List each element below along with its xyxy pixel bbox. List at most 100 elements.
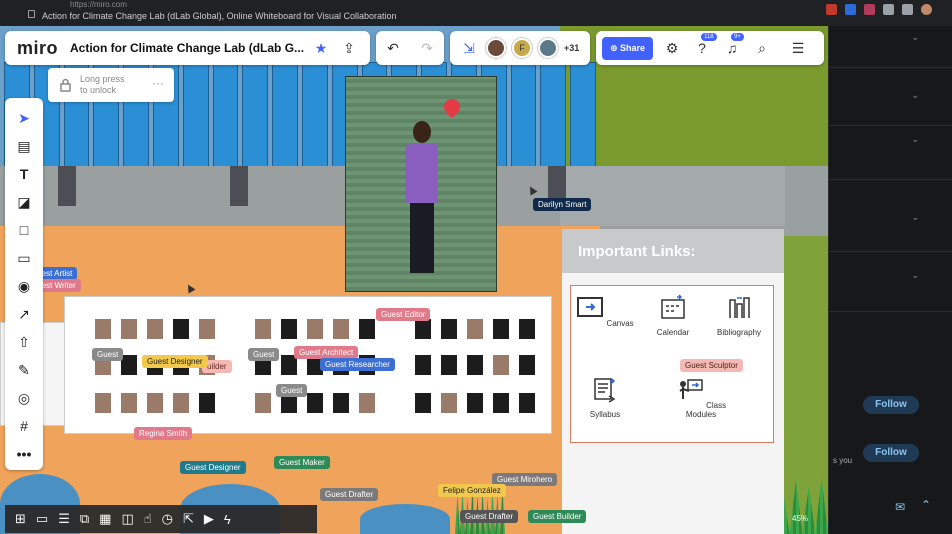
notification-badge: 9+ xyxy=(731,33,744,41)
avatar[interactable] xyxy=(538,38,558,58)
more-tools-icon[interactable]: ••• xyxy=(5,444,43,464)
frame-icon[interactable]: # xyxy=(5,416,43,436)
cursor-label: Guest Drafter xyxy=(460,510,519,523)
arrow-line-icon[interactable]: ↗ xyxy=(5,304,43,324)
follow-button[interactable]: Follow xyxy=(863,444,919,462)
share-button[interactable]: ⊕ Share xyxy=(602,36,654,60)
bell-icon[interactable]: ♫ 9+ xyxy=(721,33,744,59)
left-toolbar: ➤ ▤ T ◪ □ ▭ ◉ ↗ ⇧ ✎ ◎ # ••• xyxy=(5,98,43,470)
puzzle-icon[interactable] xyxy=(883,4,894,15)
miro-logo[interactable]: miro xyxy=(17,38,58,59)
presentation-icon[interactable]: ◫ xyxy=(121,511,133,527)
video-icon[interactable]: ▶ xyxy=(204,511,214,527)
pen-icon[interactable]: ✎ xyxy=(5,360,43,380)
panel-post xyxy=(58,166,76,206)
chevron-down-icon[interactable]: ⌄ xyxy=(911,134,919,145)
link-calendar[interactable]: Calendar xyxy=(643,294,703,337)
upload-icon[interactable]: ⇧ xyxy=(5,332,43,352)
reactions-icon[interactable]: ☝ xyxy=(144,511,152,527)
frames-icon[interactable]: ⊞ xyxy=(15,511,26,527)
chevron-down-icon[interactable]: ⌄ xyxy=(911,32,919,43)
link-syllabus[interactable]: Syllabus xyxy=(575,376,635,419)
select-icon[interactable]: ➤ xyxy=(5,108,43,128)
cards-icon[interactable]: ▦ xyxy=(99,511,111,527)
whiteboard-canvas[interactable]: Guest Guest Guest uilder Important Links… xyxy=(0,26,828,534)
class-modules-icon xyxy=(679,379,703,399)
extension-icon[interactable] xyxy=(864,4,875,15)
blue-hill xyxy=(360,504,450,534)
lightning-icon[interactable]: ϟ xyxy=(224,512,231,527)
links-frame: Canvas Calendar Bibliography Syllabus Cl… xyxy=(570,285,774,443)
comments-icon[interactable]: ▭ xyxy=(36,511,48,527)
cursor-label: Guest Designer xyxy=(180,461,246,474)
extension-icon[interactable] xyxy=(826,4,837,15)
browser-bar: https://miro.com Action for Climate Chan… xyxy=(0,0,952,26)
cursor-label: Guest Drafter xyxy=(320,488,379,501)
text-icon[interactable]: T xyxy=(5,164,43,184)
cursor-label: Felipe González xyxy=(438,484,506,497)
lock-icon xyxy=(28,10,35,18)
follow-button[interactable]: Follow xyxy=(863,396,919,414)
board-menu-icon[interactable]: ☰ xyxy=(787,37,809,59)
camera-icon[interactable]: ◉ xyxy=(5,276,43,296)
screen-share-icon[interactable]: ⧉ xyxy=(80,511,89,527)
canvas-icon xyxy=(577,297,604,317)
photo-gallery-board[interactable] xyxy=(64,296,552,434)
cursor-label: Guest Maker xyxy=(274,456,330,469)
export-board-icon[interactable]: ⇱ xyxy=(183,511,194,527)
link-bibliography[interactable]: Bibliography xyxy=(709,294,769,337)
expand-up-icon[interactable]: ⌃ xyxy=(921,498,931,512)
extension-icon[interactable] xyxy=(845,4,856,15)
browser-sidebar: ⌄ ⌄ ⌄ ⌄ ⌄ Follow s you Follow ✉ ⌃ xyxy=(828,26,952,534)
cursor-label: Guest Researcher xyxy=(320,358,395,371)
settings-sliders-icon[interactable]: ⚙ xyxy=(661,37,683,59)
export-icon[interactable]: ⇪ xyxy=(338,37,360,59)
link-canvas[interactable]: Canvas xyxy=(575,294,635,328)
sticky-note-icon[interactable]: ◪ xyxy=(5,192,43,212)
chevron-down-icon[interactable]: ⌄ xyxy=(911,270,919,281)
templates-icon[interactable]: ▤ xyxy=(5,136,43,156)
star-icon[interactable]: ★ xyxy=(310,37,332,59)
avatar[interactable]: F xyxy=(512,38,532,58)
calendar-icon xyxy=(661,294,685,319)
actions-bar: ⊕ Share ⚙ ? 118 ♫ 9+ ⌕ ☰ xyxy=(596,31,824,65)
chevron-down-icon[interactable]: ⌄ xyxy=(911,90,919,101)
help-badge: 118 xyxy=(701,33,717,41)
links-title: Important Links: xyxy=(578,243,696,260)
cursor-label: Guest Designer xyxy=(142,355,208,368)
important-links-board[interactable]: Important Links: Canvas Calendar Bibliog… xyxy=(562,229,784,534)
person-photo[interactable] xyxy=(345,76,497,292)
redo-icon[interactable]: ↷ xyxy=(416,37,438,59)
chevron-down-icon[interactable]: ⌄ xyxy=(911,212,919,223)
cursor-label: Regina Smith xyxy=(134,427,193,440)
timer-icon[interactable]: ◷ xyxy=(162,511,173,527)
board-title[interactable]: Action for Climate Change Lab (dLab G... xyxy=(70,41,304,55)
syllabus-icon xyxy=(594,378,616,403)
collaborators-bar: ⇲ F +31 xyxy=(450,31,590,65)
avatar-count[interactable]: +31 xyxy=(564,43,579,53)
bottom-toolbar: ⊞ ▭ ☰ ⧉ ▦ ◫ ☝ ◷ ⇱ ▶ ϟ xyxy=(5,505,317,533)
search-icon[interactable]: ⌕ xyxy=(751,37,773,59)
lock-text-line2: to unlock xyxy=(80,85,117,95)
link-class-modules[interactable]: Class Modules xyxy=(671,376,731,419)
shape-icon[interactable]: □ xyxy=(5,220,43,240)
tab-title: Action for Climate Change Lab (dLab Glob… xyxy=(42,11,397,21)
profile-avatar[interactable] xyxy=(921,4,932,15)
lock-popup[interactable]: Long press to unlock ··· xyxy=(48,68,174,102)
more-icon[interactable]: ··· xyxy=(152,76,164,90)
integrations-icon[interactable]: ◎ xyxy=(5,388,43,408)
lock-icon xyxy=(60,78,71,92)
cursor-follow-icon[interactable]: ⇲ xyxy=(458,37,480,59)
comment-icon[interactable]: ▭ xyxy=(5,248,43,268)
avatar[interactable] xyxy=(486,38,506,58)
board-header: miro Action for Climate Change Lab (dLab… xyxy=(5,31,370,65)
mail-icon[interactable]: ✉ xyxy=(895,500,905,514)
chat-icon[interactable]: ☰ xyxy=(58,511,70,527)
zoom-level[interactable]: 45% xyxy=(792,514,808,523)
menu-icon[interactable] xyxy=(902,4,913,15)
help-icon[interactable]: ? 118 xyxy=(691,33,717,59)
sidebar-snippet: s you xyxy=(833,456,853,465)
viewers-count: 4 xyxy=(486,60,490,67)
board-label: Guest xyxy=(248,348,280,361)
undo-icon[interactable]: ↶ xyxy=(382,37,404,59)
